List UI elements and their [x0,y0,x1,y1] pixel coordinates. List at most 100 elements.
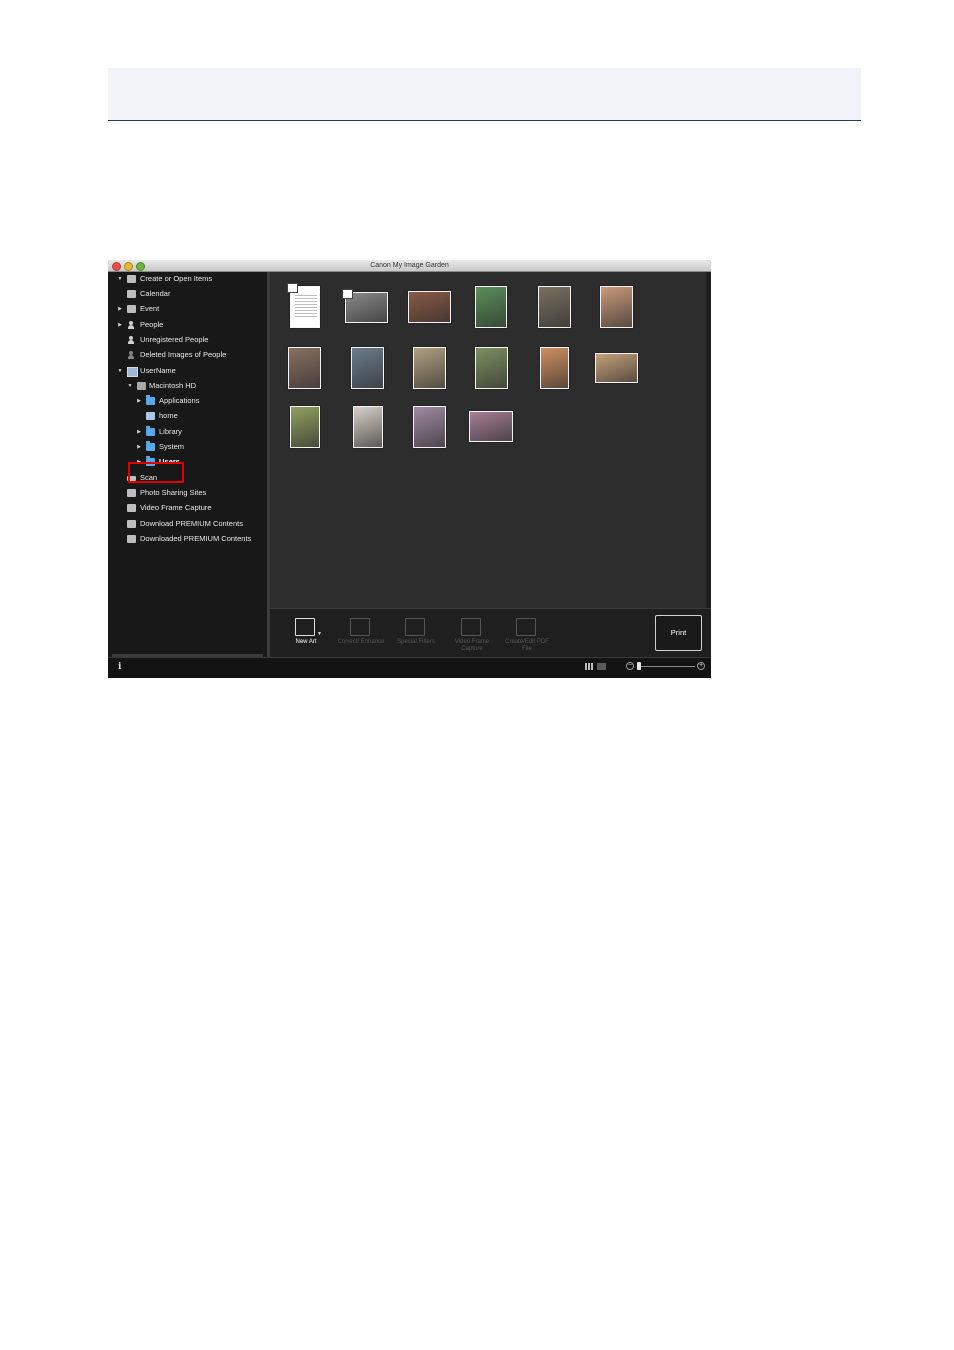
photo-sharing-icon [127,489,136,497]
sidebar-item-label: People [140,320,164,329]
photo-thumbnail[interactable] [413,406,446,448]
sidebar-item-macintosh-hd[interactable]: ▼ Macintosh HD [108,379,267,393]
app-window: Canon My Image Garden ▼ Create or Open I… [108,260,711,678]
sidebar-item-label: home [159,411,178,420]
person-icon [127,321,136,329]
create-edit-pdf-button[interactable]: Create/Edit PDF File [501,615,553,655]
document-header-band [108,68,861,121]
sidebar-item-label: Macintosh HD [149,381,197,390]
sidebar-item-label: System [159,442,185,451]
new-art-button[interactable]: ▼ New Art [280,615,332,655]
photo-thumbnail[interactable] [408,291,451,323]
sidebar-item-unregistered-people[interactable]: Unregistered People [108,333,267,347]
correct-enhance-icon [350,618,370,636]
print-button[interactable]: Print [655,615,702,651]
collapsed-arrow-icon[interactable]: ▶ [117,318,123,332]
zoom-slider-handle[interactable] [637,662,641,670]
photo-thumbnail[interactable] [475,347,508,389]
sidebar-item-event[interactable]: ▶ Event [108,302,267,316]
zoom-out-icon[interactable]: − [626,662,634,670]
sidebar-item-label: Event [140,304,160,313]
sidebar-item-download-premium-contents[interactable]: Download PREMIUM Contents [108,517,267,531]
collapsed-arrow-icon[interactable]: ▶ [136,440,142,454]
sidebar-item-home[interactable]: home [108,409,267,423]
window-title: Canon My Image Garden [370,262,449,269]
video-frame-icon [127,504,136,512]
sidebar-item-label: Calendar [140,289,171,298]
sidebar-item-video-frame-capture[interactable]: Video Frame Capture [108,501,267,515]
pdf-icon [287,283,298,293]
folder-icon [146,426,155,436]
new-art-label: New Art [295,639,317,645]
thumbnail-grid [270,272,706,608]
collapsed-arrow-icon[interactable]: ▶ [136,425,142,439]
home-folder-icon [146,412,155,420]
photo-thumbnail[interactable] [595,353,638,383]
photo-thumbnail[interactable] [600,286,633,328]
expanded-arrow-icon[interactable]: ▼ [117,272,123,286]
selection-highlight-box [128,462,184,483]
sidebar-item-library[interactable]: ▶ Library [108,425,267,439]
dropdown-caret-icon: ▼ [317,631,322,637]
sidebar-item-username[interactable]: ▼ UserName [108,364,267,378]
photo-thumbnail[interactable] [469,411,513,442]
photo-thumbnail[interactable] [290,406,320,448]
collapsed-arrow-icon[interactable]: ▶ [117,302,123,316]
zoom-in-icon[interactable]: + [697,662,705,670]
sidebar: ▼ Create or Open Items Calendar ▶ Event … [108,272,269,657]
video-thumbnail[interactable] [342,289,388,323]
video-icon [342,289,353,299]
thumbnail-view-icon[interactable] [585,663,594,670]
photo-thumbnail[interactable] [353,406,383,448]
expanded-arrow-icon[interactable]: ▼ [117,364,123,378]
sidebar-item-calendar[interactable]: Calendar [108,287,267,301]
zoom-slider-track[interactable] [637,666,695,667]
bottom-toolbar: ▼ New Art Correct/ Enhance Special Filte… [270,608,711,658]
sidebar-item-label: Download PREMIUM Contents [140,519,243,528]
special-filters-button[interactable]: Special Filters [390,615,442,655]
sidebar-item-downloaded-premium-contents[interactable]: Downloaded PREMIUM Contents [108,532,267,546]
photo-thumbnail[interactable] [475,286,507,328]
photo-thumbnail[interactable] [538,286,571,328]
video-frame-capture-label: Video Frame Capture [454,639,490,652]
collapsed-arrow-icon[interactable]: ▶ [136,394,142,408]
download-icon [127,520,136,528]
sidebar-item-label: Create or Open Items [140,274,213,283]
sidebar-item-label: UserName [140,366,176,375]
deleted-person-icon [127,351,136,359]
sidebar-item-deleted-images-of-people[interactable]: Deleted Images of People [108,348,267,362]
event-icon [127,305,136,313]
computer-icon [127,367,138,377]
detail-view-icon[interactable] [597,663,606,670]
status-bar: i − + [108,657,711,678]
video-frame-capture-button[interactable]: Video Frame Capture [446,615,498,655]
create-items-icon [127,275,136,283]
sidebar-item-applications[interactable]: ▶ Applications [108,394,267,408]
photo-thumbnail[interactable] [351,347,384,389]
photo-thumbnail[interactable] [288,347,321,389]
photo-thumbnail[interactable] [413,347,446,389]
document-thumbnail[interactable] [287,283,320,328]
title-bar[interactable]: Canon My Image Garden [108,260,711,272]
sidebar-item-label: Library [159,427,182,436]
sidebar-item-create-or-open-items[interactable]: ▼ Create or Open Items [108,272,267,286]
sidebar-item-system[interactable]: ▶ System [108,440,267,454]
sidebar-item-label: Photo Sharing Sites [140,488,207,497]
unregistered-person-icon [127,336,136,344]
photo-thumbnail[interactable] [540,347,569,389]
info-icon[interactable]: i [118,662,122,673]
sidebar-item-photo-sharing-sites[interactable]: Photo Sharing Sites [108,486,267,500]
correct-enhance-label: Correct/ Enhance [337,639,385,645]
new-art-icon [295,618,315,636]
sidebar-item-label: Video Frame Capture [140,503,212,512]
hard-drive-icon [137,382,146,390]
video-frame-capture-icon [461,618,481,636]
folder-icon [146,441,155,451]
expanded-arrow-icon[interactable]: ▼ [127,379,133,393]
sidebar-item-people[interactable]: ▶ People [108,318,267,332]
correct-enhance-button[interactable]: Correct/ Enhance [335,615,387,655]
pdf-file-icon [516,618,536,636]
sidebar-item-label: Unregistered People [140,335,209,344]
content-scrollbar[interactable] [706,272,711,608]
create-edit-pdf-label: Create/Edit PDF File [505,639,549,652]
